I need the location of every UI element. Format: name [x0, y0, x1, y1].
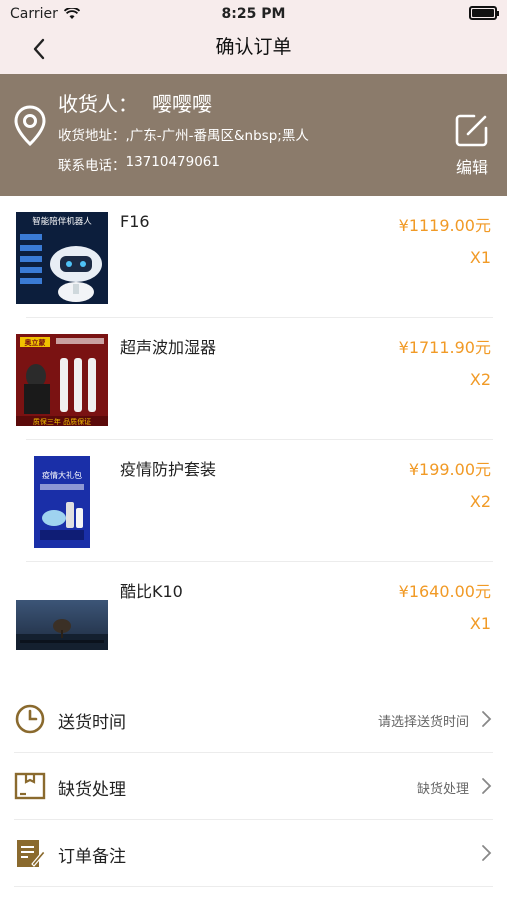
product-image-protection-kit: 疫情大礼包	[34, 456, 90, 548]
order-note-label: 订单备注	[58, 847, 126, 867]
divider	[14, 886, 493, 887]
product-price: ¥199.00元	[408, 460, 491, 479]
chevron-right-icon	[482, 711, 492, 727]
chevron-right-icon	[482, 778, 492, 794]
chevron-right-icon	[482, 845, 492, 861]
top-header: Carrier 8:25 PM 确认订单	[0, 0, 507, 74]
robot-banner-text: 智能陪伴机器人	[32, 216, 92, 227]
out-of-stock-value: 缺货处理	[416, 782, 469, 797]
status-time: 8:25 PM	[221, 6, 286, 22]
phone-label: 联系电话：	[58, 158, 126, 174]
product-name: 疫情防护套装	[120, 460, 217, 479]
kit-banner-text: 疫情大礼包	[42, 470, 82, 480]
receiver-label: 收货人：	[58, 92, 138, 116]
delivery-time-row[interactable]: 送货时间 请选择送货时间	[0, 686, 507, 753]
note-icon	[17, 840, 46, 867]
product-name: 超声波加湿器	[120, 338, 217, 357]
battery-icon	[469, 6, 499, 20]
product-price: ¥1711.90元	[398, 338, 491, 357]
product-price: ¥1119.00元	[398, 216, 491, 235]
status-bar: Carrier 8:25 PM	[0, 0, 507, 28]
product-price: ¥1640.00元	[398, 582, 491, 601]
product-quantity: X2	[469, 492, 491, 511]
receiver-row: 收货人： 嘤嘤嘤	[58, 88, 212, 117]
box-icon	[14, 772, 46, 800]
product-quantity: X2	[469, 370, 491, 389]
order-options: 送货时间 请选择送货时间 缺货处理 缺货处理 订单备注	[0, 686, 507, 887]
phone-row: 联系电话： 13710479061	[58, 154, 220, 174]
edit-icon	[455, 114, 488, 147]
product-quantity: X1	[469, 614, 491, 633]
address-card[interactable]: 收货人： 嘤嘤嘤 收货地址： ,广东-广州-番禺区&nbsp;黑人 联系电话： …	[0, 74, 507, 196]
product-list: 智能陪伴机器人 F16 ¥1119.00元 X1 奥立蒙 质保三年 品质保证 超…	[0, 196, 507, 684]
page-title: 确认订单	[215, 36, 292, 58]
edit-label: 编辑	[455, 158, 488, 177]
product-item[interactable]: 酷比K10 ¥1640.00元 X1	[0, 562, 507, 684]
delivery-time-label: 送货时间	[58, 713, 126, 733]
address-row: 收货地址： ,广东-广州-番禺区&nbsp;黑人	[58, 124, 309, 144]
product-image-humidifier: 奥立蒙 质保三年 品质保证	[16, 334, 108, 426]
product-name: F16	[120, 212, 150, 231]
product-item[interactable]: 智能陪伴机器人 F16 ¥1119.00元 X1	[0, 196, 507, 318]
address-value: ,广东-广州-番禺区&nbsp;黑人	[125, 128, 309, 144]
nav-bar: 确认订单	[0, 28, 507, 74]
product-image-tv	[16, 600, 108, 650]
address-label: 收货地址：	[58, 128, 126, 144]
out-of-stock-row[interactable]: 缺货处理 缺货处理	[0, 753, 507, 820]
receiver-name: 嘤嘤嘤	[152, 92, 212, 116]
clock-icon	[15, 704, 45, 734]
edit-address-button[interactable]: 编辑	[444, 112, 500, 178]
order-note-row[interactable]: 订单备注	[0, 820, 507, 887]
humid-footer-text: 质保三年 品质保证	[33, 417, 91, 426]
delivery-time-value: 请选择送货时间	[377, 715, 469, 730]
product-name: 酷比K10	[120, 582, 183, 601]
location-pin-icon	[14, 105, 46, 147]
product-quantity: X1	[469, 248, 491, 267]
product-image-robot: 智能陪伴机器人	[16, 212, 108, 304]
humid-banner-text: 奥立蒙	[25, 338, 46, 347]
product-item[interactable]: 奥立蒙 质保三年 品质保证 超声波加湿器 ¥1711.90元 X2	[0, 318, 507, 440]
phone-value: 13710479061	[125, 154, 220, 170]
product-item[interactable]: 疫情大礼包 疫情防护套装 ¥199.00元 X2	[0, 440, 507, 562]
out-of-stock-label: 缺货处理	[58, 780, 126, 800]
